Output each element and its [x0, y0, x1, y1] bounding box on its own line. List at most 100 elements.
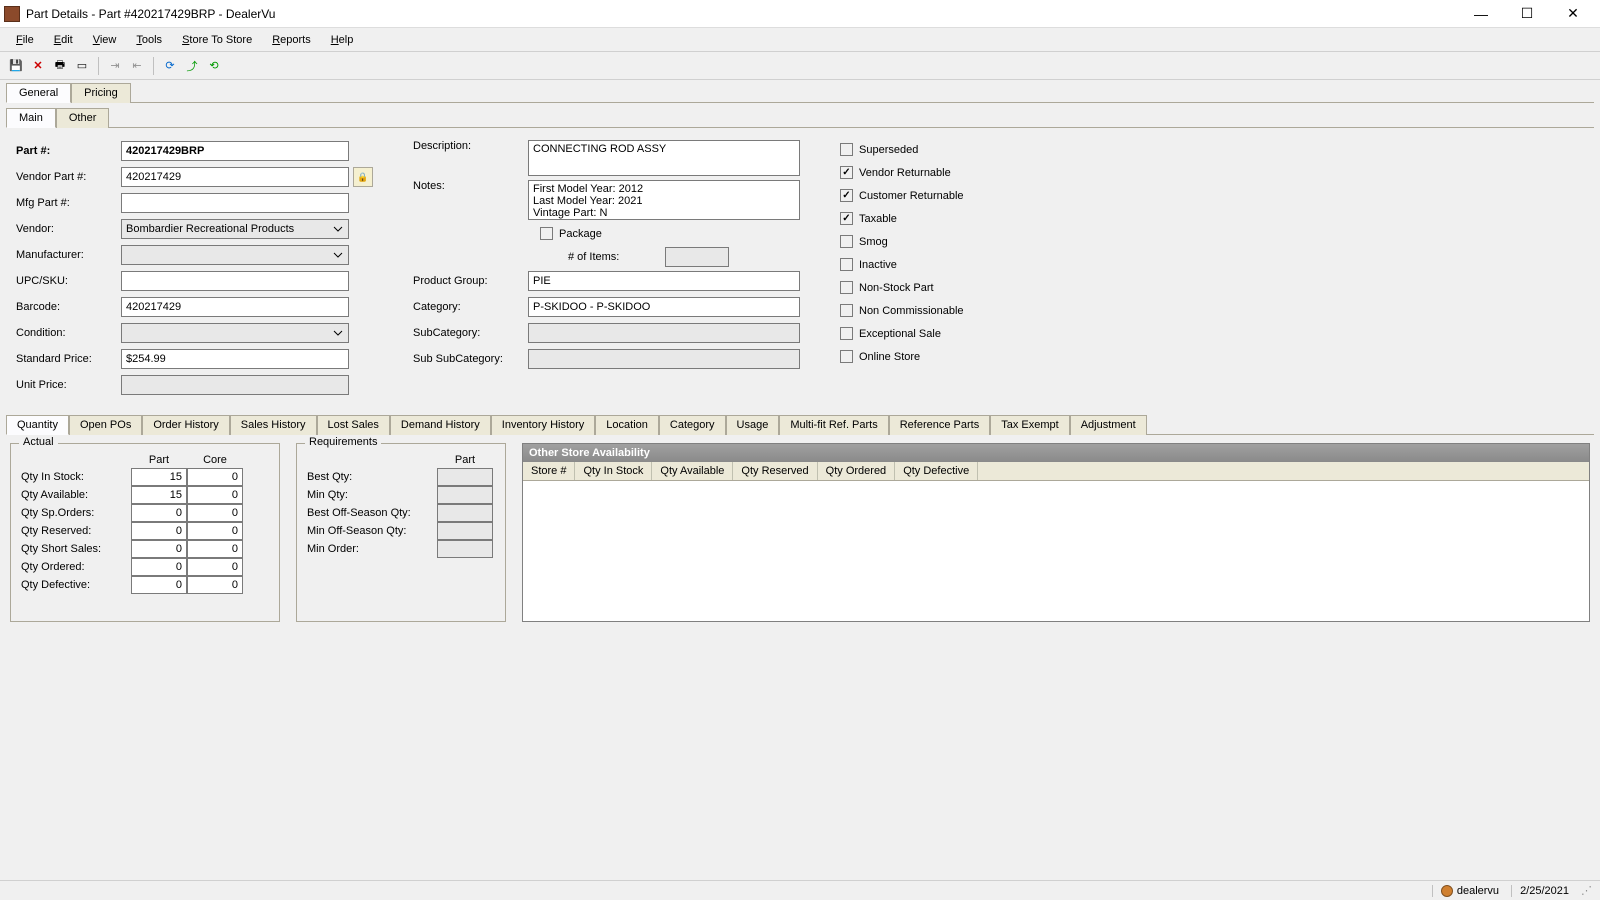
availability-title: Other Store Availability: [523, 444, 1589, 462]
avail-col-header[interactable]: Store #: [523, 462, 575, 480]
lower-tab-category[interactable]: Category: [659, 415, 726, 435]
col-part: Part: [131, 452, 187, 468]
lower-tab-multi-fit-ref-parts[interactable]: Multi-fit Ref. Parts: [779, 415, 888, 435]
part-no-input[interactable]: [121, 141, 349, 161]
transfer-out-icon[interactable]: ⇤: [127, 56, 147, 76]
std-price-input[interactable]: [121, 349, 349, 369]
menu-reports[interactable]: Reports: [262, 31, 321, 49]
tab-general[interactable]: General: [6, 83, 71, 103]
col-core: Core: [187, 452, 243, 468]
barcode-input[interactable]: [121, 297, 349, 317]
menu-file[interactable]: File: [6, 31, 44, 49]
avail-col-header[interactable]: Qty Reserved: [733, 462, 817, 480]
maximize-button[interactable]: ☐: [1504, 0, 1550, 28]
lower-tab-usage[interactable]: Usage: [726, 415, 780, 435]
avail-col-header[interactable]: Qty Available: [652, 462, 733, 480]
smog-checkbox[interactable]: [840, 235, 853, 248]
lower-tab-sales-history[interactable]: Sales History: [230, 415, 317, 435]
sync-down-icon[interactable]: ⟲: [204, 56, 224, 76]
print-icon[interactable]: 🖶: [50, 56, 70, 76]
close-button[interactable]: ✕: [1550, 0, 1596, 28]
noncomm-checkbox[interactable]: [840, 304, 853, 317]
qty-label: Qty In Stock:: [21, 468, 131, 486]
req-input: [437, 468, 493, 486]
lower-tab-quantity[interactable]: Quantity: [6, 415, 69, 435]
menu-view[interactable]: View: [83, 31, 127, 49]
lower-tab-order-history[interactable]: Order History: [142, 415, 229, 435]
sync-up-icon[interactable]: ⤴: [182, 56, 202, 76]
requirements-fieldset: Requirements Part Best Qty:Min Qty:Best …: [296, 443, 506, 622]
notes-textarea[interactable]: [528, 180, 800, 220]
menu-help[interactable]: Help: [321, 31, 364, 49]
form-col-2: Description: Notes: Package # of Items: …: [413, 140, 800, 396]
save-icon[interactable]: 💾: [6, 56, 26, 76]
tab-pricing[interactable]: Pricing: [71, 83, 131, 103]
package-checkbox[interactable]: [540, 227, 553, 240]
availability-panel: Other Store Availability Store #Qty In S…: [522, 443, 1590, 622]
lower-tab-lost-sales[interactable]: Lost Sales: [317, 415, 390, 435]
transfer-in-icon[interactable]: ⇥: [105, 56, 125, 76]
lock-icon[interactable]: 🔒: [353, 167, 373, 187]
lower-tab-open-pos[interactable]: Open POs: [69, 415, 142, 435]
exceptional-checkbox[interactable]: [840, 327, 853, 340]
menubar: File Edit View Tools Store To Store Repo…: [0, 28, 1600, 52]
req-label: Min Order:: [307, 540, 437, 558]
vendor-select[interactable]: [121, 219, 349, 239]
label-superseded: Superseded: [859, 144, 918, 156]
lower-tab-location[interactable]: Location: [595, 415, 659, 435]
label-num-items: # of Items:: [568, 251, 619, 263]
avail-col-header[interactable]: Qty Defective: [895, 462, 978, 480]
upc-input[interactable]: [121, 271, 349, 291]
avail-col-header[interactable]: Qty Ordered: [818, 462, 896, 480]
avail-col-header[interactable]: Qty In Stock: [575, 462, 652, 480]
lower-tab-demand-history[interactable]: Demand History: [390, 415, 491, 435]
tab-other[interactable]: Other: [56, 108, 110, 128]
label-nonstock: Non-Stock Part: [859, 282, 934, 294]
statusbar: dealervu 2/25/2021 ⋰: [0, 880, 1600, 900]
label-cust-ret: Customer Returnable: [859, 190, 964, 202]
category-input[interactable]: [528, 297, 800, 317]
lower-tab-reference-parts[interactable]: Reference Parts: [889, 415, 990, 435]
label-noncomm: Non Commissionable: [859, 305, 964, 317]
req-label: Best Off-Season Qty:: [307, 504, 437, 522]
inactive-checkbox[interactable]: [840, 258, 853, 271]
label-subsubcategory: Sub SubCategory:: [413, 353, 528, 365]
status-user: dealervu: [1457, 885, 1499, 897]
menu-store[interactable]: Store To Store: [172, 31, 262, 49]
delete-icon[interactable]: ✕: [28, 56, 48, 76]
lower-tab-adjustment[interactable]: Adjustment: [1070, 415, 1147, 435]
taxable-checkbox[interactable]: [840, 212, 853, 225]
window-title: Part Details - Part #420217429BRP - Deal…: [26, 7, 1458, 21]
lower-tab-inventory-history[interactable]: Inventory History: [491, 415, 596, 435]
superseded-checkbox[interactable]: [840, 143, 853, 156]
qty-core-cell: 0: [187, 468, 243, 486]
condition-select[interactable]: [121, 323, 349, 343]
mfg-part-input[interactable]: [121, 193, 349, 213]
label-smog: Smog: [859, 236, 888, 248]
req-input: [437, 522, 493, 540]
manufacturer-select[interactable]: [121, 245, 349, 265]
label-icon[interactable]: ▭: [72, 56, 92, 76]
refresh-icon[interactable]: ⟳: [160, 56, 180, 76]
label-online: Online Store: [859, 351, 920, 363]
qty-label: Qty Sp.Orders:: [21, 504, 131, 522]
top-tabs: General Pricing: [6, 82, 1594, 103]
menu-edit[interactable]: Edit: [44, 31, 83, 49]
lower-tab-tax-exempt[interactable]: Tax Exempt: [990, 415, 1069, 435]
customer-returnable-checkbox[interactable]: [840, 189, 853, 202]
status-date: 2/25/2021: [1520, 885, 1569, 897]
label-upc: UPC/SKU:: [16, 275, 121, 287]
vendor-part-input[interactable]: [121, 167, 349, 187]
qty-core-cell: 0: [187, 504, 243, 522]
nonstock-checkbox[interactable]: [840, 281, 853, 294]
minimize-button[interactable]: —: [1458, 0, 1504, 28]
content-area: General Pricing Main Other Part #: Vendo…: [0, 80, 1600, 880]
tab-main[interactable]: Main: [6, 108, 56, 128]
vendor-returnable-checkbox[interactable]: [840, 166, 853, 179]
product-group-input[interactable]: [528, 271, 800, 291]
online-store-checkbox[interactable]: [840, 350, 853, 363]
menu-tools[interactable]: Tools: [126, 31, 172, 49]
unit-price-input: [121, 375, 349, 395]
description-textarea[interactable]: [528, 140, 800, 176]
label-excep: Exceptional Sale: [859, 328, 941, 340]
